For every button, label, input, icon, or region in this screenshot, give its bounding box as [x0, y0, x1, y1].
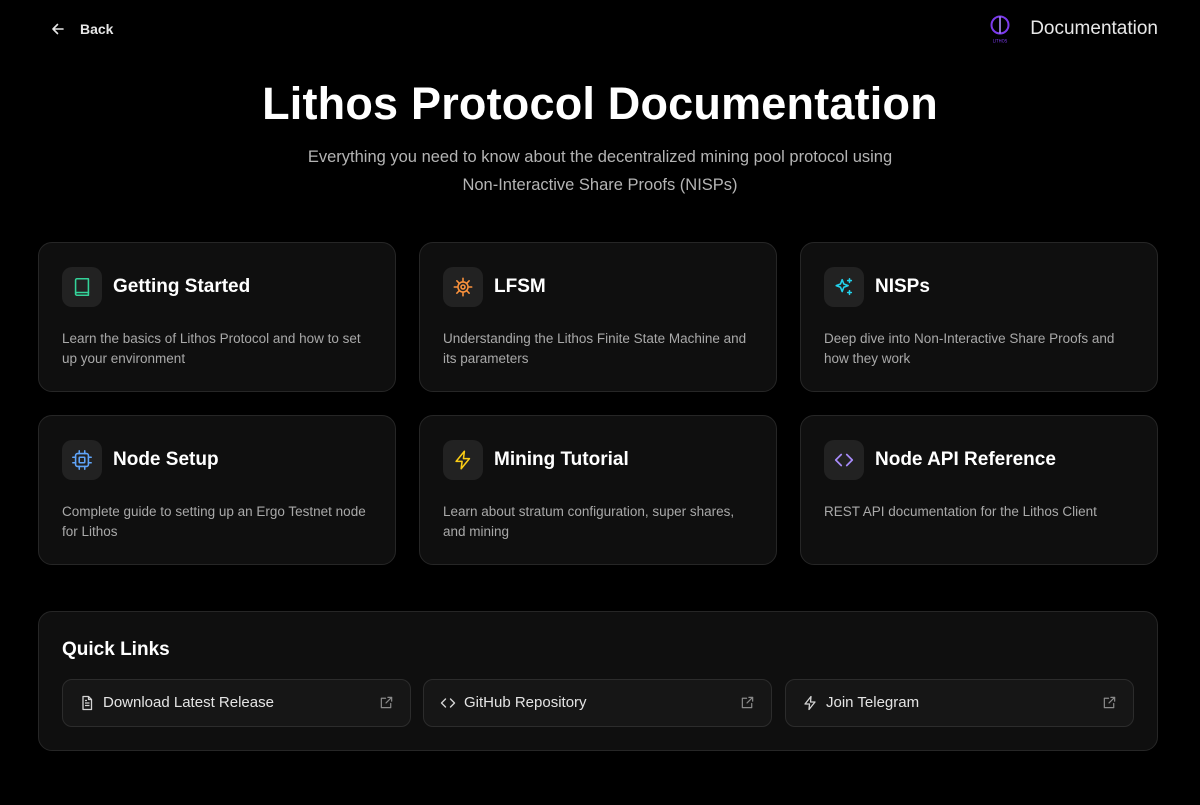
external-link-icon	[380, 696, 393, 709]
external-link-icon	[1103, 696, 1116, 709]
card-node-api-reference[interactable]: Node API Reference REST API documentatio…	[800, 415, 1158, 565]
card-description: Learn about stratum configuration, super…	[443, 504, 735, 539]
card-title: Node API Reference	[875, 449, 1056, 470]
card-title: Getting Started	[113, 276, 251, 297]
card-getting-started[interactable]: Getting Started Learn the basics of Lith…	[38, 242, 396, 392]
cpu-icon	[72, 450, 92, 470]
subtitle-line-2: Non-Interactive Share Proofs (NISPs)	[462, 176, 738, 194]
card-icon-box	[824, 267, 864, 307]
card-title: Mining Tutorial	[494, 449, 629, 470]
file-icon	[82, 695, 93, 711]
download-latest-release-link[interactable]: Download Latest Release	[62, 679, 411, 727]
code-icon	[834, 453, 854, 467]
quick-link-label: GitHub Repository	[464, 694, 587, 711]
zap-icon	[455, 450, 471, 470]
arrow-left-icon	[52, 23, 64, 35]
quick-links-title: Quick Links	[62, 639, 170, 660]
external-link-icon	[741, 696, 754, 709]
card-description: Complete guide to setting up an Ergo Tes…	[62, 504, 366, 539]
brand[interactable]: LITHOS Documentation	[988, 12, 1158, 46]
github-repository-link[interactable]: GitHub Repository	[423, 679, 772, 727]
back-button[interactable]: Back	[50, 16, 113, 42]
back-label: Back	[80, 21, 114, 37]
card-icon-box	[824, 440, 864, 480]
code-icon	[440, 698, 456, 708]
quick-link-label: Join Telegram	[826, 694, 920, 711]
card-description: REST API documentation for the Lithos Cl…	[824, 504, 1097, 519]
card-title: NISPs	[875, 276, 930, 297]
page-title: Lithos Protocol Documentation	[262, 78, 938, 129]
card-lfsm[interactable]: LFSM Understanding the Lithos Finite Sta…	[419, 242, 777, 392]
quick-links-panel: Quick Links Download Latest Release GitH…	[38, 611, 1158, 751]
card-title: Node Setup	[113, 449, 219, 470]
card-icon-box	[443, 440, 483, 480]
sparkles-icon	[835, 277, 853, 296]
cog-icon	[453, 277, 473, 297]
card-icon-box	[62, 267, 102, 307]
lithos-logo: LITHOS	[990, 15, 1010, 44]
svg-text:LITHOS: LITHOS	[993, 39, 1008, 44]
card-description: Learn the basics of Lithos Protocol and …	[62, 331, 361, 366]
join-telegram-link[interactable]: Join Telegram	[785, 679, 1134, 727]
zap-icon	[804, 695, 816, 711]
page-subtitle: Everything you need to know about the de…	[270, 143, 930, 199]
card-mining-tutorial[interactable]: Mining Tutorial Learn about stratum conf…	[419, 415, 777, 565]
card-title: LFSM	[494, 276, 546, 297]
card-icon-box	[443, 267, 483, 307]
subtitle-line-1: Everything you need to know about the de…	[307, 148, 893, 166]
card-nisps[interactable]: NISPs Deep dive into Non-Interactive Sha…	[800, 242, 1158, 392]
card-node-setup[interactable]: Node Setup Complete guide to setting up …	[38, 415, 396, 565]
brand-title: Documentation	[1030, 18, 1158, 39]
card-description: Understanding the Lithos Finite State Ma…	[443, 331, 747, 366]
card-icon-box	[62, 440, 102, 480]
top-bar: Back LITHOS Documentation	[0, 0, 1200, 58]
card-description: Deep dive into Non-Interactive Share Pro…	[824, 331, 1115, 366]
book-icon	[74, 277, 90, 297]
quick-link-label: Download Latest Release	[103, 694, 274, 711]
